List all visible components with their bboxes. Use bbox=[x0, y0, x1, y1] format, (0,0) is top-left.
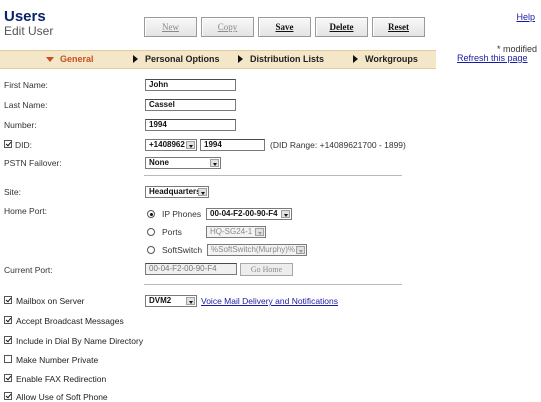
go-home-button[interactable]: Go Home bbox=[240, 263, 293, 276]
copy-button-label: Copy bbox=[217, 22, 238, 32]
tab-distribution-lists[interactable]: Distribution Lists bbox=[238, 54, 324, 64]
private-number-checkbox[interactable] bbox=[4, 355, 12, 363]
site-value: Headquarters bbox=[149, 187, 201, 196]
dropdown-arrow-icon bbox=[186, 141, 195, 149]
fax-redirection-checkbox[interactable] bbox=[4, 374, 12, 382]
softswitch-label: SoftSwitch bbox=[162, 245, 203, 255]
dropdown-arrow-icon bbox=[210, 159, 219, 167]
copy-button[interactable]: Copy bbox=[201, 17, 254, 37]
ports-select[interactable]: HQ-SG24-1 - 2 bbox=[206, 226, 266, 238]
softswitch-value: %SoftSwitch(Murphy)% bbox=[211, 245, 296, 254]
site-select[interactable]: Headquarters bbox=[145, 186, 209, 198]
first-name-field[interactable]: John bbox=[145, 79, 236, 91]
did-number-field[interactable]: 1994 bbox=[200, 139, 265, 151]
dropdown-arrow-icon bbox=[255, 228, 264, 236]
soft-phone-checkbox[interactable] bbox=[4, 392, 12, 400]
did-prefix-select[interactable]: +1408962 bbox=[145, 139, 197, 151]
page-subtitle: Edit User bbox=[4, 24, 54, 38]
chevron-down-icon bbox=[46, 56, 54, 62]
reset-button-label: Reset bbox=[388, 22, 409, 32]
last-name-field[interactable]: Cassel bbox=[145, 99, 236, 111]
mailbox-label: Mailbox on Server bbox=[16, 296, 85, 306]
chevron-right-icon bbox=[133, 55, 138, 63]
pstn-failover-label: PSTN Failover: bbox=[4, 158, 62, 168]
tab-general[interactable]: General bbox=[46, 54, 94, 64]
dropdown-arrow-icon bbox=[296, 246, 305, 254]
last-name-label: Last Name: bbox=[4, 100, 48, 110]
ip-phones-radio[interactable] bbox=[147, 210, 155, 218]
mailbox-server-select[interactable]: DVM2 bbox=[145, 295, 197, 307]
help-link[interactable]: Help bbox=[516, 12, 535, 22]
broadcast-checkbox[interactable] bbox=[4, 316, 12, 324]
dropdown-arrow-icon bbox=[186, 297, 195, 305]
number-field[interactable]: 1994 bbox=[145, 119, 236, 131]
did-range-text: (DID Range: +14089621700 - 1899) bbox=[270, 140, 406, 150]
tab-personal-options-label: Personal Options bbox=[145, 54, 220, 64]
did-label: DID: bbox=[15, 140, 32, 150]
ip-phones-value: 00-04-F2-00-90-F4 bbox=[210, 209, 278, 218]
reset-button[interactable]: Reset bbox=[372, 17, 425, 37]
ip-phones-label: IP Phones bbox=[162, 209, 202, 219]
ports-radio[interactable] bbox=[147, 228, 155, 236]
softswitch-select[interactable]: %SoftSwitch(Murphy)% bbox=[207, 244, 307, 256]
chevron-right-icon bbox=[353, 55, 358, 63]
delete-button-label: Delete bbox=[329, 22, 354, 32]
dropdown-arrow-icon bbox=[198, 188, 207, 196]
save-button-label: Save bbox=[275, 22, 294, 32]
first-name-label: First Name: bbox=[4, 80, 48, 90]
tab-general-label: General bbox=[60, 54, 94, 64]
number-label: Number: bbox=[4, 120, 37, 130]
pstn-failover-select[interactable]: None bbox=[145, 157, 221, 169]
voicemail-delivery-link[interactable]: Voice Mail Delivery and Notifications bbox=[201, 296, 338, 306]
save-button[interactable]: Save bbox=[258, 17, 311, 37]
tab-personal-options[interactable]: Personal Options bbox=[133, 54, 220, 64]
softswitch-radio[interactable] bbox=[147, 246, 155, 254]
section-divider bbox=[144, 175, 402, 176]
page-title: Users bbox=[4, 8, 46, 25]
tab-workgroups-label: Workgroups bbox=[365, 54, 418, 64]
pstn-failover-value: None bbox=[149, 158, 169, 167]
mailbox-server-value: DVM2 bbox=[149, 296, 172, 305]
private-number-label: Make Number Private bbox=[16, 355, 99, 365]
home-port-label: Home Port: bbox=[4, 206, 47, 216]
fax-redirection-label: Enable FAX Redirection bbox=[16, 374, 107, 384]
soft-phone-label: Allow Use of Soft Phone bbox=[16, 392, 108, 402]
chevron-right-icon bbox=[238, 55, 243, 63]
dial-by-name-label: Include in Dial By Name Directory bbox=[16, 336, 144, 346]
delete-button[interactable]: Delete bbox=[315, 17, 368, 37]
did-prefix-value: +1408962 bbox=[149, 140, 185, 149]
current-port-field: 00-04-F2-00-90-F4 bbox=[145, 263, 237, 275]
did-checkbox[interactable] bbox=[4, 140, 12, 148]
site-label: Site: bbox=[4, 187, 22, 197]
ports-label: Ports bbox=[162, 227, 182, 237]
ip-phones-select[interactable]: 00-04-F2-00-90-F4 bbox=[206, 208, 292, 220]
refresh-page-link[interactable]: Refresh this page bbox=[457, 53, 528, 63]
section-divider bbox=[144, 284, 402, 285]
tab-bar: General Personal Options Distribution Li… bbox=[0, 50, 436, 69]
mailbox-checkbox[interactable] bbox=[4, 296, 12, 304]
new-button[interactable]: New bbox=[144, 17, 197, 37]
dial-by-name-checkbox[interactable] bbox=[4, 336, 12, 344]
new-button-label: New bbox=[162, 22, 179, 32]
tab-distribution-lists-label: Distribution Lists bbox=[250, 54, 324, 64]
tab-workgroups[interactable]: Workgroups bbox=[353, 54, 418, 64]
broadcast-label: Accept Broadcast Messages bbox=[16, 316, 124, 326]
current-port-label: Current Port: bbox=[4, 265, 53, 275]
dropdown-arrow-icon bbox=[281, 210, 290, 218]
